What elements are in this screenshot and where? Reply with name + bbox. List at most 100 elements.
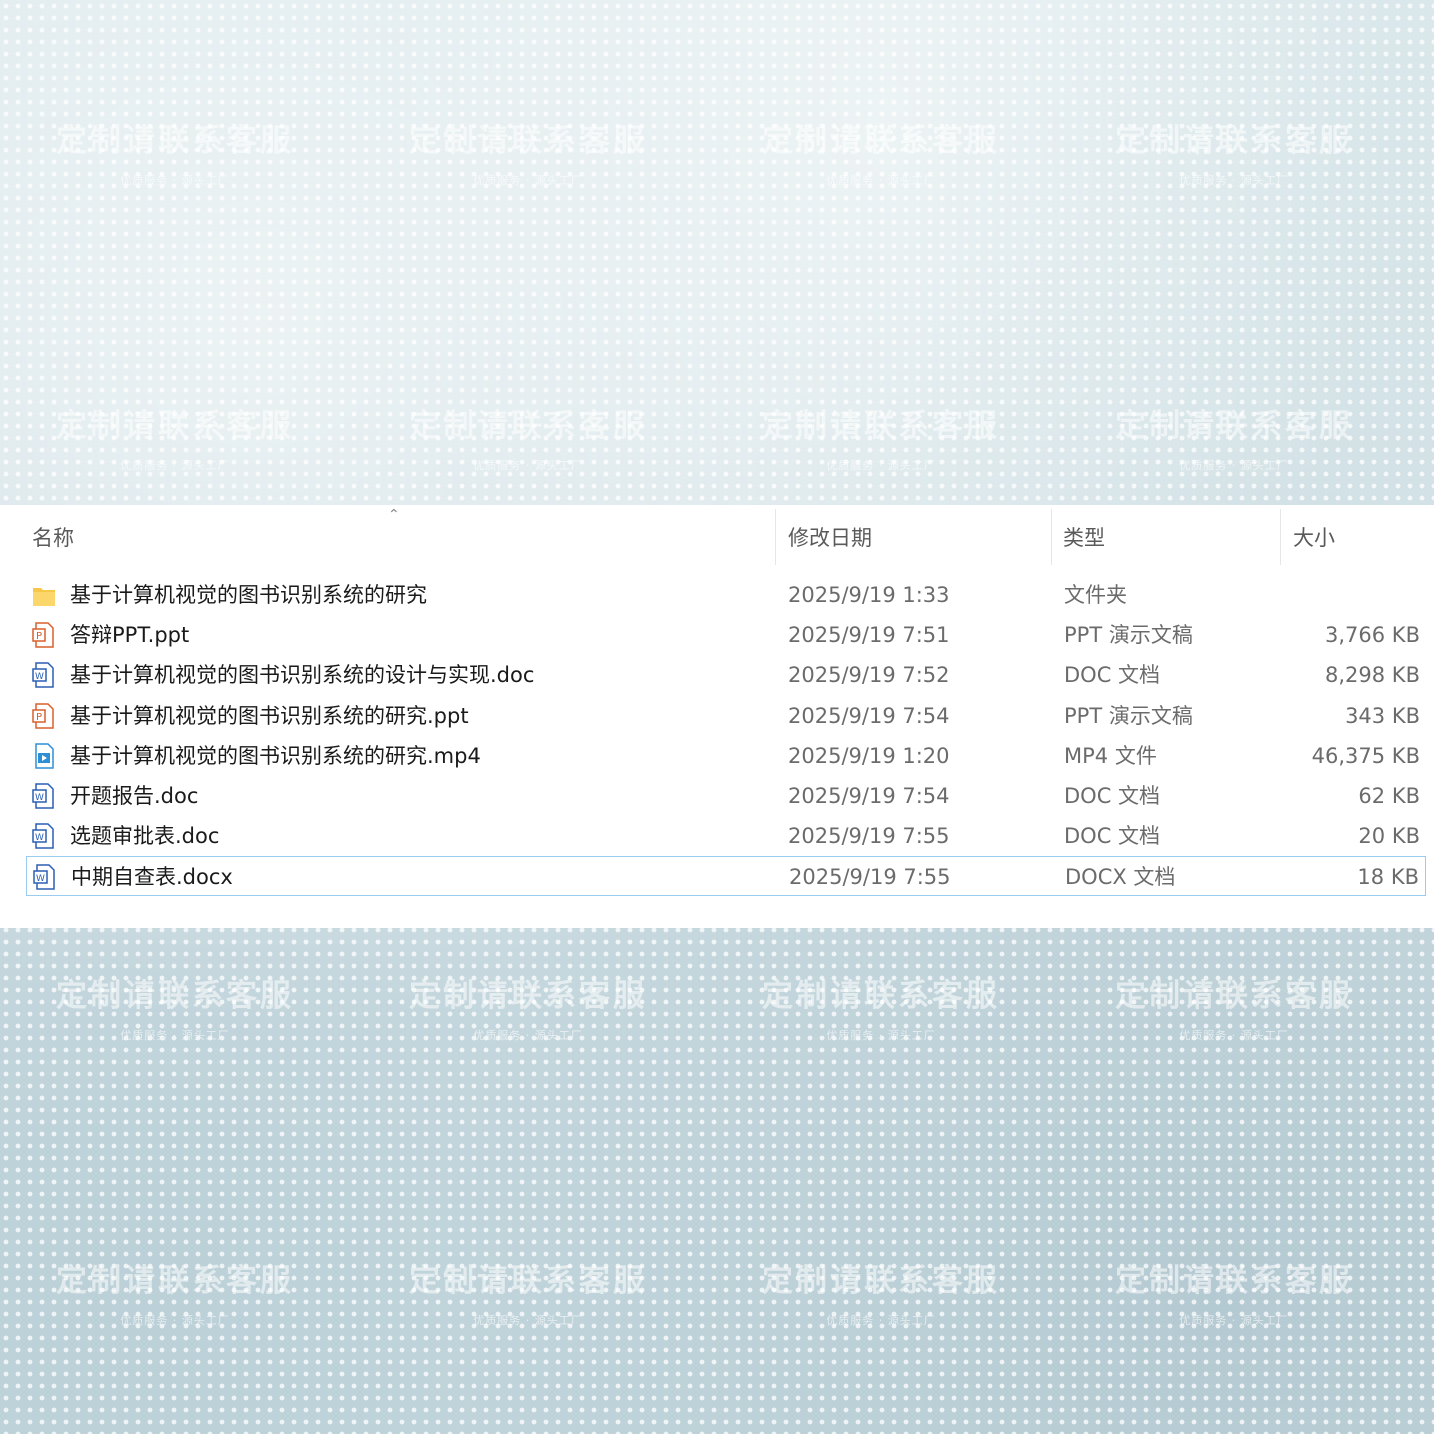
file-type: PPT 演示文稿 — [1064, 703, 1193, 728]
watermark-text: 定制请联系客服优质服务 · 源头工厂 — [378, 1255, 678, 1328]
column-header-modified[interactable]: 修改日期 — [788, 523, 872, 553]
watermark-sub: 优质服务 · 源头工厂 — [826, 459, 936, 472]
svg-text:P: P — [36, 712, 42, 723]
file-row[interactable]: W 开题报告.doc 2025/9/19 7:54 DOC 文档 62 KB — [26, 776, 1426, 816]
file-modified-date: 2025/9/19 7:54 — [788, 784, 950, 808]
file-explorer-list: ⌃ 名称 修改日期 类型 大小 基于计算机视觉的图书识别系统的研究 2025/9/… — [0, 505, 1434, 928]
watermark-main: 定制请联系客服 — [56, 123, 294, 159]
watermark-text: 定制请联系客服优质服务 · 源头工厂 — [1084, 400, 1384, 473]
file-row-selected[interactable]: W 中期自查表.docx 2025/9/19 7:55 DOCX 文档 18 KB — [26, 856, 1426, 897]
watermark-text: 定制请联系客服优质服务 · 源头工厂 — [25, 115, 325, 188]
svg-text:W: W — [35, 833, 44, 843]
watermark-text: 定制请联系客服优质服务 · 源头工厂 — [1084, 115, 1384, 188]
file-row[interactable]: W 基于计算机视觉的图书识别系统的设计与实现.doc 2025/9/19 7:52 D… — [26, 655, 1426, 695]
watermark-sub: 优质服务 · 源头工厂 — [826, 1029, 936, 1042]
watermark-sub: 优质服务 · 源头工厂 — [1179, 459, 1289, 472]
watermark-sub: 优质服务 · 源头工厂 — [826, 1314, 936, 1327]
watermark-text: 定制请联系客服优质服务 · 源头工厂 — [731, 115, 1031, 188]
word-file-icon: W — [32, 782, 56, 810]
file-type: PPT 演示文稿 — [1064, 623, 1193, 648]
file-size: 8,298 KB — [1325, 663, 1420, 688]
watermark-main: 定制请联系客服 — [762, 978, 1000, 1014]
file-name: 基于计算机视觉的图书识别系统的研究 — [70, 583, 427, 607]
file-row[interactable]: W 选题审批表.doc 2025/9/19 7:55 DOC 文档 20 KB — [26, 816, 1426, 856]
watermark-main: 定制请联系客服 — [409, 123, 647, 159]
sort-ascending-icon[interactable]: ⌃ — [388, 507, 400, 523]
file-modified-date: 2025/9/19 1:20 — [788, 743, 950, 768]
file-type: DOC 文档 — [1064, 663, 1161, 688]
file-type: DOCX 文档 — [1065, 865, 1176, 890]
watermark-main: 定制请联系客服 — [1115, 978, 1353, 1014]
file-size: 343 KB — [1345, 703, 1420, 728]
word-file-icon: W — [33, 863, 57, 891]
watermark-text: 定制请联系客服优质服务 · 源头工厂 — [378, 115, 678, 188]
watermark-main: 定制请联系客服 — [409, 978, 647, 1014]
file-row[interactable]: 基于计算机视觉的图书识别系统的研究.mp4 2025/9/19 1:20 MP4 文… — [26, 736, 1426, 776]
column-divider[interactable] — [775, 509, 776, 565]
file-modified-date: 2025/9/19 7:55 — [789, 865, 951, 890]
watermark-text: 定制请联系客服优质服务 · 源头工厂 — [378, 400, 678, 473]
svg-text:W: W — [36, 874, 45, 884]
file-type: 文件夹 — [1064, 583, 1127, 607]
watermark-text: 定制请联系客服优质服务 · 源头工厂 — [731, 1255, 1031, 1328]
watermark-sub: 优质服务 · 源头工厂 — [826, 174, 936, 187]
watermark-sub: 优质服务 · 源头工厂 — [473, 1029, 583, 1042]
watermark-text: 定制请联系客服优质服务 · 源头工厂 — [731, 970, 1031, 1043]
watermark-sub: 优质服务 · 源头工厂 — [120, 174, 230, 187]
word-file-icon: W — [32, 661, 56, 689]
video-file-icon — [32, 742, 56, 770]
file-type: DOC 文档 — [1064, 824, 1161, 849]
svg-text:P: P — [36, 631, 42, 642]
watermark-main: 定制请联系客服 — [56, 1263, 294, 1299]
watermark-text: 定制请联系客服优质服务 · 源头工厂 — [25, 970, 325, 1043]
watermark-main: 定制请联系客服 — [1115, 408, 1353, 444]
watermark-main: 定制请联系客服 — [56, 978, 294, 1014]
file-modified-date: 2025/9/19 7:55 — [788, 824, 950, 849]
watermark-main: 定制请联系客服 — [762, 123, 1000, 159]
watermark-text: 定制请联系客服优质服务 · 源头工厂 — [1084, 970, 1384, 1043]
file-modified-date: 2025/9/19 7:52 — [788, 663, 950, 688]
watermark-main: 定制请联系客服 — [56, 408, 294, 444]
watermark-main: 定制请联系客服 — [1115, 1263, 1353, 1299]
file-name: 选题审批表.doc — [70, 824, 220, 849]
column-header-size[interactable]: 大小 — [1293, 523, 1335, 553]
watermark-sub: 优质服务 · 源头工厂 — [473, 174, 583, 187]
column-header-name[interactable]: 名称 — [32, 523, 74, 553]
svg-text:W: W — [35, 793, 44, 803]
column-divider[interactable] — [1280, 509, 1281, 565]
watermark-sub: 优质服务 · 源头工厂 — [1179, 1314, 1289, 1327]
watermark-text: 定制请联系客服 优质服务 · 源头工厂 — [731, 400, 1031, 473]
ppt-file-icon: P — [32, 702, 56, 730]
watermark-main: 定制请联系客服 — [762, 1263, 1000, 1299]
file-name: 基于计算机视觉的图书识别系统的设计与实现.doc — [70, 663, 535, 688]
folder-icon — [32, 581, 56, 609]
column-divider[interactable] — [1051, 509, 1052, 565]
watermark-main: 定制请联系客服 — [409, 1263, 647, 1299]
watermark-sub: 优质服务 · 源头工厂 — [473, 459, 583, 472]
watermark-text: 定制请联系客服优质服务 · 源头工厂 — [378, 970, 678, 1043]
file-name: 答辩PPT.ppt — [70, 623, 190, 648]
watermark-sub: 优质服务 · 源头工厂 — [120, 1314, 230, 1327]
watermark-sub: 优质服务 · 源头工厂 — [120, 459, 230, 472]
watermark-sub: 优质服务 · 源头工厂 — [1179, 174, 1289, 187]
file-row[interactable]: P 答辩PPT.ppt 2025/9/19 7:51 PPT 演示文稿 3,766 KB — [26, 615, 1426, 655]
file-row[interactable]: P 基于计算机视觉的图书识别系统的研究.ppt 2025/9/19 7:54 PPT … — [26, 696, 1426, 736]
file-modified-date: 2025/9/19 7:51 — [788, 623, 950, 648]
column-header-type[interactable]: 类型 — [1063, 523, 1105, 553]
watermark-sub: 优质服务 · 源头工厂 — [473, 1314, 583, 1327]
file-row[interactable]: 基于计算机视觉的图书识别系统的研究 2025/9/19 1:33 文件夹 — [26, 575, 1426, 615]
watermark-main: 定制请联系客服 — [1115, 123, 1353, 159]
watermark-text: 定制请联系客服优质服务 · 源头工厂 — [1084, 1255, 1384, 1328]
file-size: 18 KB — [1357, 865, 1419, 890]
file-name: 中期自查表.docx — [71, 865, 233, 890]
file-type: MP4 文件 — [1064, 743, 1157, 768]
file-type: DOC 文档 — [1064, 784, 1161, 808]
file-name: 开题报告.doc — [70, 784, 199, 808]
ppt-file-icon: P — [32, 621, 56, 649]
watermark-sub: 优质服务 · 源头工厂 — [1179, 1029, 1289, 1042]
file-size: 46,375 KB — [1311, 743, 1420, 768]
file-modified-date: 2025/9/19 7:54 — [788, 703, 950, 728]
watermark-main: 定制请联系客服 — [409, 408, 647, 444]
watermark-text: 定制请联系客服优质服务 · 源头工厂 — [25, 400, 325, 473]
watermark-sub: 优质服务 · 源头工厂 — [120, 1029, 230, 1042]
